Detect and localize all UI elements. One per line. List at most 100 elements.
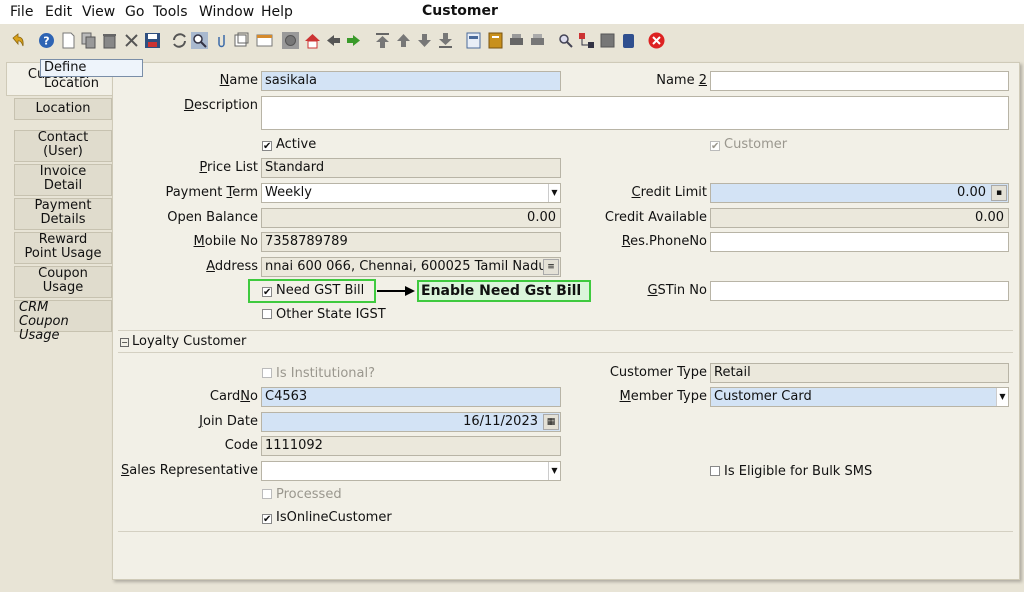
name-label: Name [219, 73, 258, 88]
name-field[interactable]: sasikala [261, 71, 561, 91]
collapse-icon[interactable]: − [120, 338, 129, 347]
processed-label: Processed [276, 487, 342, 502]
join-date-field[interactable]: 16/11/2023 ▦ [261, 412, 561, 432]
annotation-arrow [377, 290, 407, 292]
address-field[interactable]: nnai 600 066, Chennai, 600025 Tamil Nadu… [261, 257, 561, 277]
menu-file[interactable]: File [10, 4, 33, 20]
last-record-icon[interactable] [437, 32, 454, 49]
calendar-icon[interactable]: ▦ [543, 414, 559, 430]
loyalty-section-header[interactable]: − Loyalty Customer [118, 330, 1013, 352]
code-label: Code [224, 438, 258, 453]
address-value: nnai 600 066, Chennai, 600025 Tamil Nadu [265, 259, 547, 274]
help-icon[interactable]: ? [38, 32, 55, 49]
tab-reward-point-usage[interactable]: Reward Point Usage [14, 232, 112, 264]
tab-crm-coupon-usage[interactable]: CRM Coupon Usage [14, 300, 112, 343]
copy-record-icon[interactable] [80, 32, 97, 49]
gstin-field[interactable] [710, 281, 1009, 301]
next-record-icon[interactable] [416, 32, 433, 49]
workflow-icon[interactable] [578, 32, 595, 49]
zoom-across-icon[interactable] [557, 32, 574, 49]
forward-icon[interactable] [345, 32, 362, 49]
tab-coupon-usage[interactable]: Coupon Usage [14, 266, 112, 298]
sales-rep-select[interactable]: ▼ [261, 461, 561, 481]
description-field[interactable] [261, 96, 1009, 130]
card-no-field[interactable]: C4563 [261, 387, 561, 407]
delete-selection-icon[interactable] [123, 32, 140, 49]
request-icon[interactable] [599, 32, 616, 49]
card-no-label: CardNo [209, 389, 258, 404]
history-icon[interactable] [233, 32, 250, 49]
refresh-icon[interactable] [171, 32, 188, 49]
active-label: Active [276, 137, 317, 152]
location-icon[interactable]: ≡ [543, 259, 559, 275]
active-checkbox[interactable]: ✔ Active [262, 136, 316, 154]
find-icon[interactable] [191, 32, 208, 49]
menu-go[interactable]: Go [125, 4, 144, 20]
first-record-icon[interactable] [374, 32, 391, 49]
grid-toggle-icon[interactable] [256, 32, 273, 49]
report-icon[interactable] [465, 32, 482, 49]
bulk-sms-checkbox[interactable]: Is Eligible for Bulk SMS [710, 463, 872, 481]
member-type-label: Member Type [619, 389, 707, 404]
calculator-icon[interactable]: ▪ [991, 185, 1007, 201]
res-phone-label: Res.PhoneNo [621, 234, 707, 249]
section-divider [118, 531, 1013, 532]
menu-window[interactable]: Window [199, 4, 254, 20]
product-info-icon[interactable] [620, 32, 637, 49]
payment-term-select[interactable]: Weekly ▼ [261, 183, 561, 203]
menu-bar: File Edit View Go Tools Window Help Cust… [0, 0, 1024, 24]
chevron-down-icon[interactable]: ▼ [996, 388, 1008, 406]
payment-term-label: Payment Term [165, 185, 258, 200]
gstin-label: GSTin No [647, 283, 707, 298]
attachment-icon[interactable] [214, 32, 231, 49]
description-label: Description [183, 98, 258, 113]
code-field: 1111092 [261, 436, 561, 456]
name2-label: Name 2 [656, 73, 707, 88]
name2-field[interactable] [710, 71, 1009, 91]
tab-contact[interactable]: Contact (User) [14, 130, 112, 162]
previous-record-icon[interactable] [395, 32, 412, 49]
bulk-sms-label: Is Eligible for Bulk SMS [724, 464, 873, 479]
save-icon[interactable] [144, 32, 161, 49]
tab-location[interactable]: Location [14, 98, 112, 120]
credit-limit-field[interactable]: 0.00 ▪ [710, 183, 1009, 203]
chevron-down-icon[interactable]: ▼ [548, 462, 560, 480]
home-icon[interactable] [304, 32, 321, 49]
mobile-no-label: Mobile No [193, 234, 258, 249]
join-date-label: Join Date [199, 414, 258, 429]
toolbar: ? [0, 25, 1024, 57]
menu-edit[interactable]: Edit [45, 4, 72, 20]
customer-type-label: Customer Type [609, 365, 707, 380]
menu-tools[interactable]: Tools [153, 4, 188, 20]
other-state-igst-checkbox[interactable]: Other State IGST [262, 306, 386, 324]
menu-help[interactable]: Help [261, 4, 293, 20]
customer-form-panel [112, 62, 1020, 580]
annotation-arrow-head [405, 286, 415, 296]
sales-rep-label: Sales Representative [121, 463, 258, 478]
delete-icon[interactable] [101, 32, 118, 49]
credit-limit-value: 0.00 [957, 185, 986, 200]
chevron-down-icon[interactable]: ▼ [548, 184, 560, 202]
window-title: Customer [422, 3, 498, 19]
need-gst-bill-checkbox[interactable]: ✔ Need GST Bill [262, 282, 364, 300]
archive-icon[interactable] [487, 32, 504, 49]
online-customer-checkbox[interactable]: ✔ IsOnlineCustomer [262, 509, 392, 527]
undo-icon[interactable] [9, 32, 26, 49]
tab-payment-details[interactable]: Payment Details [14, 198, 112, 230]
is-institutional-label: Is Institutional? [276, 366, 376, 381]
member-type-select[interactable]: Customer Card ▼ [710, 387, 1009, 407]
res-phone-field[interactable] [710, 232, 1009, 252]
new-record-icon[interactable] [60, 32, 77, 49]
customer-type-field: Retail [710, 363, 1009, 383]
close-window-icon[interactable] [648, 32, 665, 49]
tab-invoice-detail[interactable]: Invoice Detail [14, 164, 112, 196]
back-icon[interactable] [325, 32, 342, 49]
tab-panel: Customer Location Contact (User) Invoice… [0, 60, 112, 580]
loyalty-section-title: Loyalty Customer [132, 334, 247, 349]
price-list-field: Standard [261, 158, 561, 178]
print-icon[interactable] [529, 32, 546, 49]
print-preview-icon[interactable] [508, 32, 525, 49]
menu-view[interactable]: View [82, 4, 115, 20]
tooltip: Define Location [40, 59, 143, 91]
home-icon[interactable] [282, 32, 299, 49]
